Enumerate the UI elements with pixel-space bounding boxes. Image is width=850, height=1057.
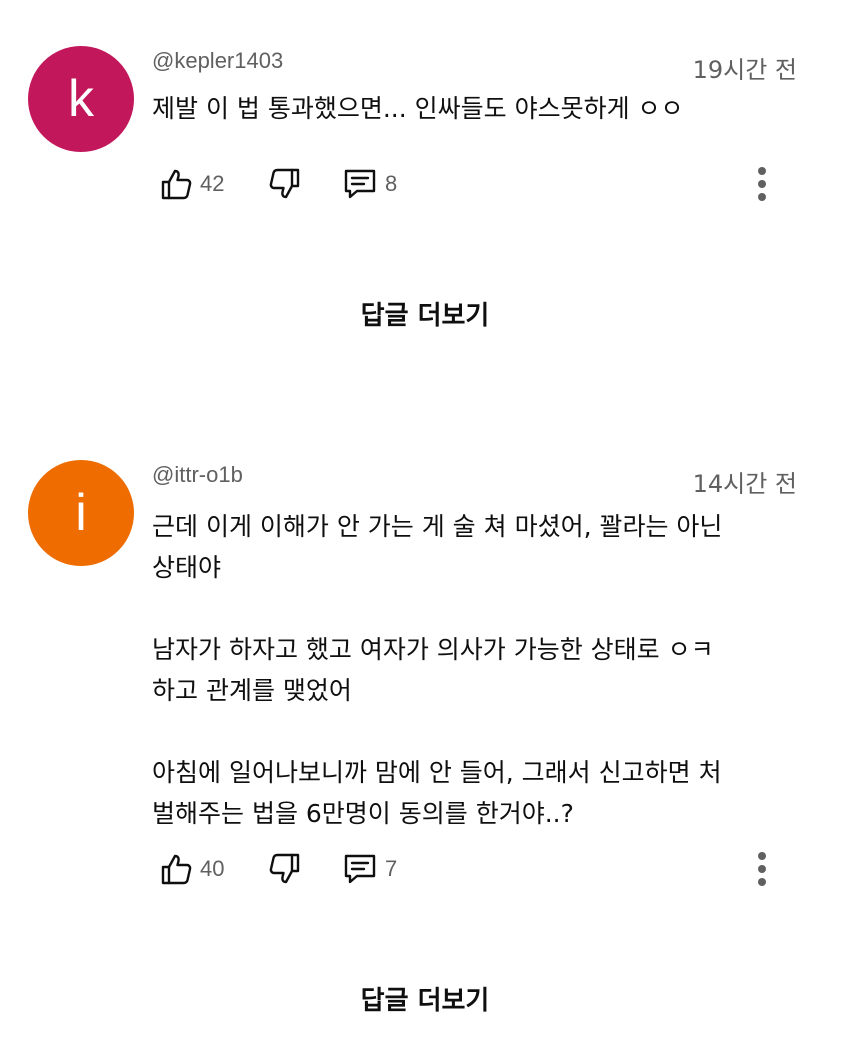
more-replies-button[interactable]: 답글 더보기 — [0, 980, 850, 1017]
comment-actions: 42 8 — [152, 164, 812, 204]
comment-text: 제발 이 법 통과했으면... 인싸들도 야스못하게 ㅇㅇ — [152, 94, 684, 123]
more-vert-icon — [752, 167, 772, 208]
thumbs-down-icon — [269, 852, 301, 886]
comment-author[interactable]: @ittr-o1b — [152, 462, 243, 488]
avatar-letter: k — [68, 70, 94, 128]
like-button[interactable]: 42 — [160, 164, 224, 204]
thumbs-up-icon — [160, 852, 192, 886]
thumbs-down-icon — [269, 167, 301, 201]
dislike-button[interactable] — [269, 849, 301, 889]
more-vert-icon — [752, 852, 772, 893]
more-options-button[interactable] — [752, 164, 772, 204]
comment-timestamp: 14시간 전 — [692, 470, 797, 498]
like-button[interactable]: 40 — [160, 849, 224, 889]
dislike-button[interactable] — [269, 164, 301, 204]
like-count: 40 — [200, 856, 225, 881]
avatar-letter: i — [75, 484, 87, 542]
more-options-button[interactable] — [752, 849, 772, 889]
comment-author[interactable]: @kepler1403 — [152, 48, 283, 74]
avatar[interactable]: k — [28, 46, 134, 152]
comment-icon — [343, 853, 377, 885]
comment-actions: 40 7 — [152, 849, 812, 889]
reply-button[interactable]: 7 — [343, 849, 397, 889]
thumbs-up-icon — [160, 167, 192, 201]
reply-count: 7 — [385, 856, 398, 881]
comment-text: 근데 이게 이해가 안 가는 게 술 쳐 마셨어, 꽐라는 아닌 상태야 남자가… — [152, 512, 723, 828]
reply-button[interactable]: 8 — [343, 164, 397, 204]
more-replies-button[interactable]: 답글 더보기 — [0, 295, 850, 332]
comment-timestamp: 19시간 전 — [692, 56, 797, 84]
like-count: 42 — [200, 171, 225, 196]
avatar[interactable]: i — [28, 460, 134, 566]
comment-icon — [343, 168, 377, 200]
reply-count: 8 — [385, 171, 398, 196]
